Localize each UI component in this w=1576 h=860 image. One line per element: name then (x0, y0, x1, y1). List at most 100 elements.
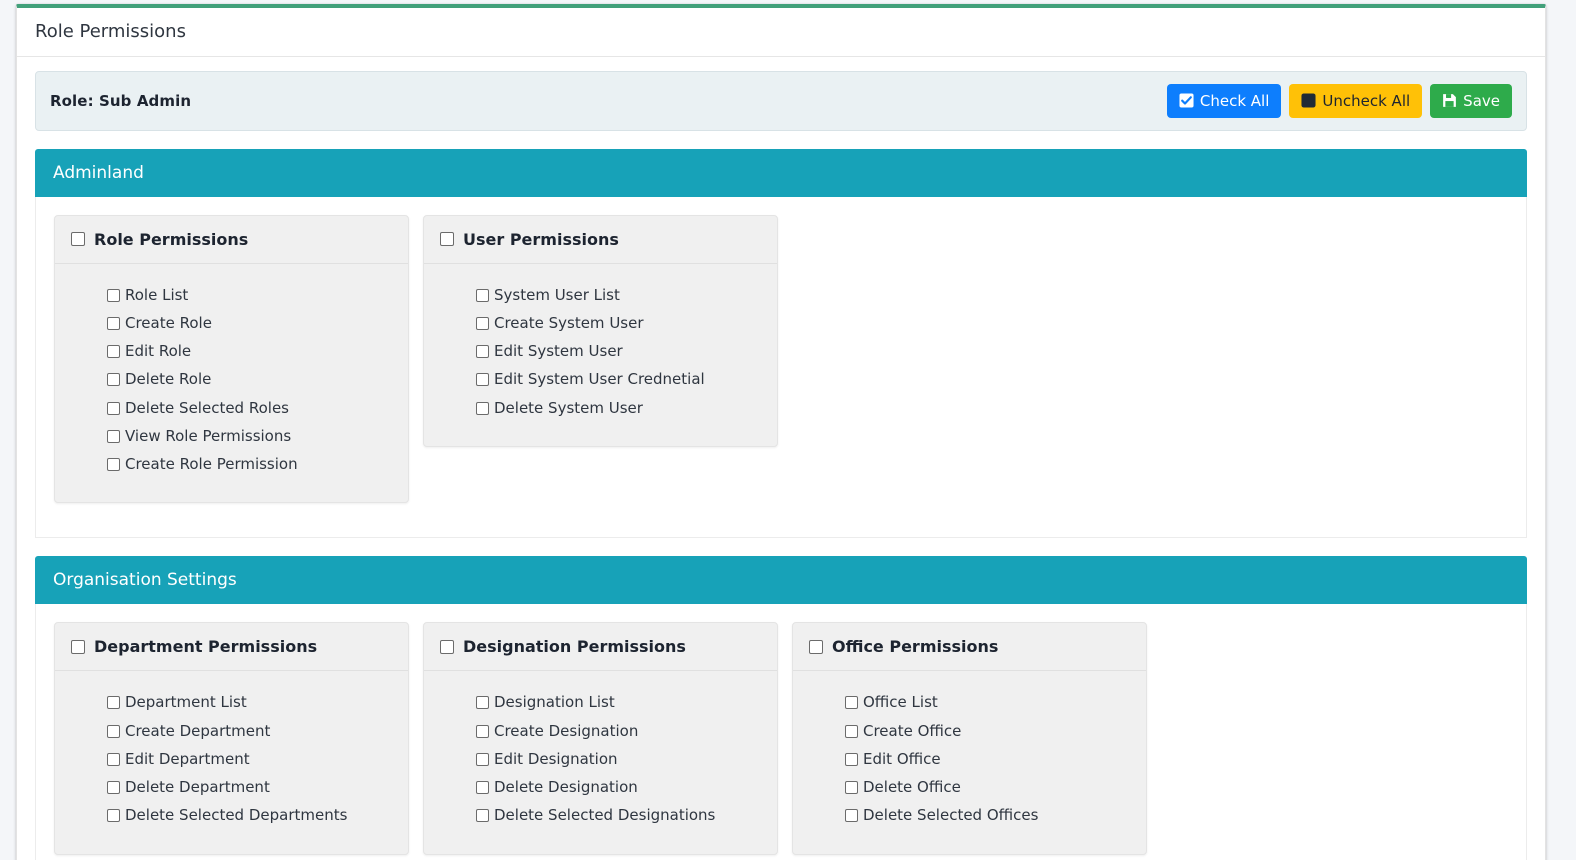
permission-item[interactable]: Create Role (107, 312, 392, 335)
group-select-all-checkbox[interactable] (71, 232, 85, 247)
permission-checkbox[interactable] (107, 373, 120, 387)
permission-label: Create Designation (494, 721, 639, 740)
check-all-button[interactable]: Check All (1166, 83, 1282, 118)
permission-checkbox[interactable] (107, 781, 120, 795)
permission-checkbox[interactable] (107, 288, 120, 302)
permission-item[interactable]: System User List (476, 284, 761, 307)
permission-checkbox[interactable] (107, 345, 120, 359)
permission-item[interactable]: Delete System User (476, 397, 761, 420)
permission-group-title: Role Permissions (94, 229, 249, 249)
permission-checkbox[interactable] (476, 373, 489, 387)
permission-checkbox[interactable] (107, 316, 120, 330)
permission-checkbox[interactable] (845, 781, 858, 795)
permission-item[interactable]: Create Role Permission (107, 453, 392, 476)
group-select-all-checkbox[interactable] (440, 639, 454, 654)
permission-group-user-permissions: User Permissions System User List Create… (423, 214, 778, 447)
permission-item[interactable]: Role List (107, 284, 392, 307)
permission-label: Edit Designation (494, 749, 618, 768)
permission-label: Department List (125, 693, 247, 712)
permission-item[interactable]: Delete Role (107, 368, 392, 391)
role-actions: Check All Uncheck All Save (1166, 83, 1512, 118)
permission-group-body: Role List Create Role Edit Role Delete R… (55, 264, 408, 503)
permission-group-role-permissions: Role Permissions Role List Create Role E… (54, 214, 409, 504)
permission-checkbox[interactable] (107, 696, 120, 710)
checked-checkbox-icon (1179, 93, 1194, 108)
permission-checkbox[interactable] (845, 809, 858, 823)
permission-item[interactable]: View Role Permissions (107, 425, 392, 448)
permission-item[interactable]: Delete Office (845, 776, 1130, 799)
permission-group-header[interactable]: User Permissions (424, 216, 777, 264)
role-toolbar: Role: Sub Admin Check All Uncheck All Sa… (35, 70, 1527, 131)
permission-label: Create Department (125, 721, 271, 740)
permission-label: Edit Role (125, 342, 192, 361)
page-title: Role Permissions (35, 21, 186, 42)
permission-item[interactable]: Delete Selected Designations (476, 804, 761, 827)
permission-item[interactable]: Edit System User (476, 340, 761, 363)
permission-item[interactable]: Create Office (845, 720, 1130, 743)
permission-checkbox[interactable] (476, 781, 489, 795)
permission-group-body: Department List Create Department Edit D… (55, 671, 408, 853)
permission-item[interactable]: Edit Designation (476, 748, 761, 771)
permission-label: Create Office (863, 721, 962, 740)
uncheck-all-button[interactable]: Uncheck All (1289, 83, 1423, 118)
permission-checkbox[interactable] (107, 401, 120, 415)
floppy-disk-icon (1442, 93, 1457, 108)
permission-label: Create Role (125, 313, 212, 332)
group-select-all-checkbox[interactable] (809, 639, 823, 654)
permission-checkbox[interactable] (476, 345, 489, 359)
permission-checkbox[interactable] (845, 696, 858, 710)
permission-checkbox[interactable] (107, 724, 120, 738)
permission-checkbox[interactable] (845, 752, 858, 766)
permission-label: Edit Office (863, 749, 941, 768)
permission-label: Role List (125, 285, 189, 304)
permission-item[interactable]: Create System User (476, 312, 761, 335)
permission-group-body: Office List Create Office Edit Office De… (793, 671, 1146, 853)
role-label: Role: Sub Admin (50, 91, 192, 110)
permission-checkbox[interactable] (845, 724, 858, 738)
permission-checkbox[interactable] (476, 401, 489, 415)
permission-item[interactable]: Edit Role (107, 340, 392, 363)
permission-group-header[interactable]: Role Permissions (55, 216, 408, 264)
permission-checkbox[interactable] (107, 809, 120, 823)
permission-label: Delete Office (863, 778, 961, 797)
permission-checkbox[interactable] (107, 429, 120, 443)
group-select-all-checkbox[interactable] (71, 639, 85, 654)
permission-item[interactable]: Delete Designation (476, 776, 761, 799)
permission-group-header[interactable]: Department Permissions (55, 623, 408, 672)
permission-item[interactable]: Create Department (107, 720, 392, 743)
permission-checkbox[interactable] (476, 724, 489, 738)
permission-item[interactable]: Edit Office (845, 748, 1130, 771)
permission-checkbox[interactable] (107, 458, 120, 472)
permission-label: Delete Selected Designations (494, 806, 716, 825)
permission-label: Delete System User (494, 398, 643, 417)
permission-checkbox[interactable] (476, 288, 489, 302)
permission-item[interactable]: Edit System User Crednetial (476, 368, 761, 391)
permission-label: Office List (863, 693, 938, 712)
permission-label: Designation List (494, 693, 615, 712)
permission-group-title: Office Permissions (832, 637, 999, 657)
permission-item[interactable]: Create Designation (476, 720, 761, 743)
save-button[interactable]: Save (1430, 83, 1512, 118)
permission-item[interactable]: Delete Selected Departments (107, 804, 392, 827)
group-select-all-checkbox[interactable] (440, 232, 454, 247)
permission-checkbox[interactable] (107, 752, 120, 766)
permission-label: Delete Department (125, 778, 270, 797)
permission-item[interactable]: Delete Department (107, 776, 392, 799)
permission-group-header[interactable]: Office Permissions (793, 623, 1146, 672)
permission-group-header[interactable]: Designation Permissions (424, 623, 777, 672)
permission-item[interactable]: Delete Selected Offices (845, 804, 1130, 827)
permission-checkbox[interactable] (476, 316, 489, 330)
permission-checkbox[interactable] (476, 752, 489, 766)
permission-item[interactable]: Edit Department (107, 748, 392, 771)
permission-label: Delete Designation (494, 778, 638, 797)
permission-group-designation-permissions: Designation Permissions Designation List… (423, 622, 778, 855)
permission-item[interactable]: Designation List (476, 691, 761, 714)
permission-group-department-permissions: Department Permissions Department List C… (54, 622, 409, 855)
module-organisation-settings: Organisation Settings Department Permiss… (35, 556, 1527, 860)
permission-checkbox[interactable] (476, 696, 489, 710)
permission-item[interactable]: Office List (845, 691, 1130, 714)
permission-checkbox[interactable] (476, 809, 489, 823)
module-title: Adminland (35, 148, 1527, 197)
permission-item[interactable]: Delete Selected Roles (107, 397, 392, 420)
permission-item[interactable]: Department List (107, 691, 392, 714)
